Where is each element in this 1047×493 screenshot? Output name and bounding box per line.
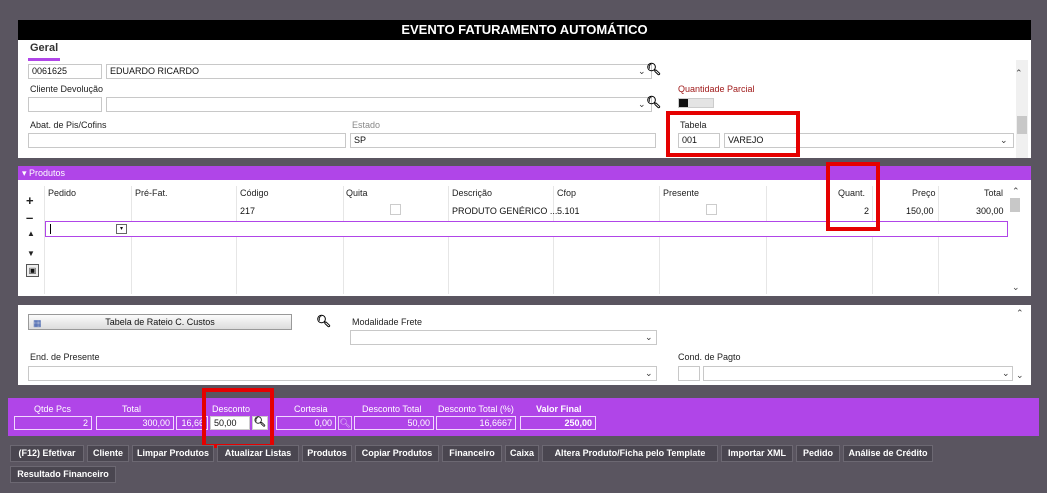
cond-pagto-label: Cond. de Pagto (678, 352, 741, 362)
rateio-button-label: Tabela de Rateio C. Custos (105, 317, 215, 327)
total-label: Total (122, 404, 142, 414)
cell-preco: 150,00 (906, 206, 934, 216)
altera-produto-button[interactable]: Altera Produto/Ficha pelo Template (542, 445, 718, 462)
desconto-total-pct-label: Desconto Total (%) (438, 404, 514, 414)
dropdown-icon[interactable]: ▾ (116, 224, 127, 234)
desconto-total-label: Desconto Total (362, 404, 422, 414)
cell-total: 300,00 (976, 206, 1004, 216)
chevron-down-icon[interactable]: ⌄ (638, 99, 646, 110)
qtde-pcs-value: 2 (14, 416, 92, 430)
client-code-field[interactable]: 0061625 (28, 64, 102, 79)
cond-pagto-select[interactable] (703, 366, 1013, 381)
analise-credito-button[interactable]: Análise de Crédito (843, 445, 933, 462)
desconto-total-value: 50,00 (354, 416, 434, 430)
window-title: EVENTO FATURAMENTO AUTOMÁTICO (18, 20, 1031, 40)
limpar-produtos-button[interactable]: Limpar Produtos (132, 445, 214, 462)
col-cfop[interactable]: Cfop (557, 188, 576, 198)
efetivar-button[interactable]: (F12) Efetivar (10, 445, 84, 462)
desconto-total-pct-value: 16,6667 (436, 416, 516, 430)
cortesia-label: Cortesia (294, 404, 328, 414)
rateio-button[interactable]: ▦ Tabela de Rateio C. Custos (28, 314, 292, 330)
quantidade-parcial-toggle[interactable] (678, 98, 714, 108)
chevron-down-icon[interactable]: ⌄ (1000, 135, 1008, 146)
pedido-button[interactable]: Pedido (796, 445, 840, 462)
client-name-field[interactable]: EDUARDO RICARDO (106, 64, 652, 79)
text-cursor (50, 224, 51, 234)
estado-label: Estado (352, 120, 381, 130)
cliente-button[interactable]: Cliente (87, 445, 129, 462)
scroll-up-icon[interactable]: ⌃ (1015, 68, 1023, 79)
col-preco[interactable]: Preço (912, 188, 936, 198)
quant-highlight-box (826, 162, 880, 231)
valor-final-value: 250,00 (520, 416, 596, 430)
valor-final-label: Valor Final (536, 404, 582, 414)
col-codigo[interactable]: Código (240, 188, 269, 198)
caixa-button[interactable]: Caixa (505, 445, 539, 462)
modalidade-frete-label: Modalidade Frete (352, 317, 423, 327)
add-row-button[interactable]: + (26, 193, 34, 208)
col-pre-fat[interactable]: Pré-Fat. (135, 188, 168, 198)
toggle-knob (679, 99, 688, 107)
grid-scrollbar-thumb[interactable] (1010, 198, 1020, 212)
search-icon[interactable]: 🔍︎ (338, 416, 352, 430)
cell-descricao: PRODUTO GENÉRICO ... (452, 206, 558, 216)
move-up-icon[interactable]: ▲ (27, 229, 35, 238)
chevron-down-icon[interactable]: ⌄ (1002, 368, 1010, 379)
chevron-down-icon[interactable]: ⌄ (645, 368, 653, 379)
cliente-devolucao-code-field[interactable] (28, 97, 102, 112)
quantidade-parcial-label: Quantidade Parcial (678, 84, 755, 94)
cond-pagto-code-field[interactable] (678, 366, 700, 381)
col-descricao[interactable]: Descrição (452, 188, 492, 198)
total-value: 300,00 (96, 416, 174, 430)
search-icon[interactable]: 🔍︎ (646, 95, 661, 109)
grid-scroll-up-icon[interactable]: ⌃ (1012, 186, 1020, 197)
move-down-icon[interactable]: ▼ (27, 249, 35, 258)
qtde-pcs-label: Qtde Pcs (34, 404, 72, 414)
grid-scroll-down-icon[interactable]: ⌄ (1012, 282, 1020, 293)
lower-scroll-down-icon[interactable]: ⌄ (1016, 370, 1024, 381)
importar-xml-button[interactable]: Importar XML (721, 445, 793, 462)
atualizar-listas-button[interactable]: Atualizar Listas (217, 445, 299, 462)
lower-scroll-up-icon[interactable]: ⌃ (1016, 308, 1024, 319)
estado-field[interactable]: SP (350, 133, 656, 148)
desconto-highlight-box (202, 388, 274, 448)
cell-codigo: 217 (240, 206, 256, 216)
grid-options-icon[interactable]: ▣ (26, 264, 39, 277)
tab-underline (28, 58, 60, 61)
copiar-produtos-button[interactable]: Copiar Produtos (355, 445, 439, 462)
resultado-financeiro-button[interactable]: Resultado Financeiro (10, 466, 116, 483)
presente-checkbox[interactable] (706, 204, 717, 215)
cortesia-value: 0,00 (276, 416, 336, 430)
cliente-devolucao-name-field[interactable] (106, 97, 652, 112)
financeiro-button[interactable]: Financeiro (442, 445, 502, 462)
remove-row-button[interactable]: – (26, 210, 33, 225)
col-quita[interactable]: Quita (346, 188, 368, 198)
cell-cfop: 5.101 (557, 206, 580, 216)
search-icon[interactable]: 🔍︎ (646, 62, 661, 76)
abat-pis-cofins-label: Abat. de Pis/Cofins (30, 120, 107, 130)
header-panel: Geral 0061625 EDUARDO RICARDO ⌄ 🔍︎ Clien… (18, 40, 1031, 158)
modalidade-frete-select[interactable] (350, 330, 657, 345)
tab-geral[interactable]: Geral (30, 42, 58, 54)
chevron-down-icon[interactable]: ⌄ (645, 332, 653, 343)
end-presente-label: End. de Presente (30, 352, 100, 362)
col-pedido[interactable]: Pedido (48, 188, 76, 198)
col-presente[interactable]: Presente (663, 188, 699, 198)
cliente-devolucao-label: Cliente Devolução (30, 84, 104, 94)
quita-checkbox[interactable] (390, 204, 401, 215)
calendar-icon: ▦ (33, 318, 42, 328)
abat-pis-cofins-field[interactable] (28, 133, 346, 148)
produtos-button[interactable]: Produtos (302, 445, 352, 462)
tabela-highlight-box (666, 111, 800, 157)
col-total[interactable]: Total (984, 188, 1003, 198)
scrollbar-thumb[interactable] (1017, 116, 1027, 134)
chevron-down-icon[interactable]: ⌄ (638, 66, 646, 77)
search-icon[interactable]: 🔍︎ (316, 314, 331, 328)
end-presente-select[interactable] (28, 366, 657, 381)
